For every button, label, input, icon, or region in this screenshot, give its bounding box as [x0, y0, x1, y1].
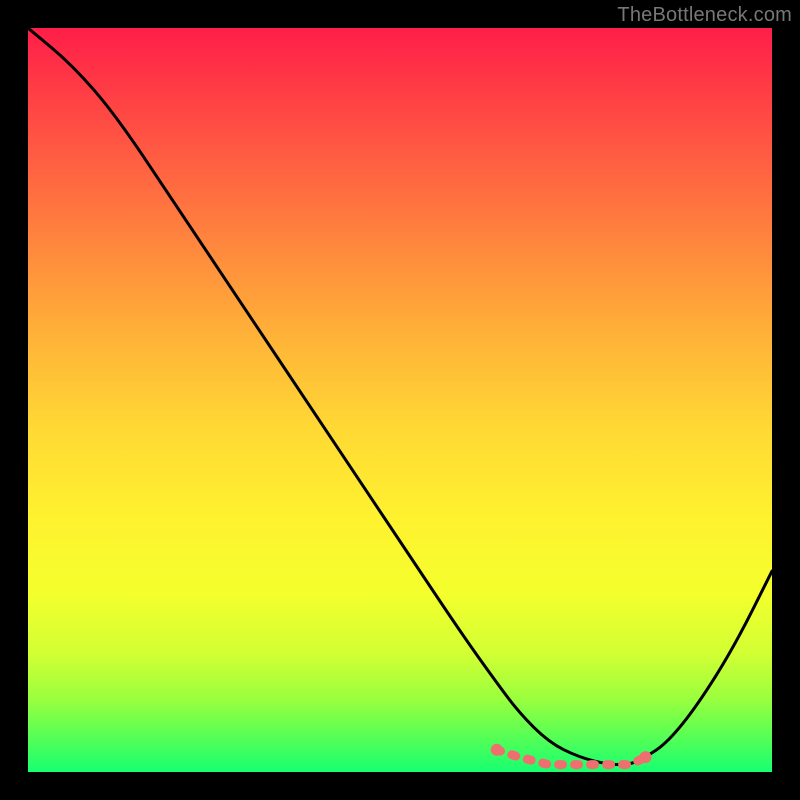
- optimal-band-endpoint-0: [491, 744, 503, 756]
- plot-svg: [28, 28, 772, 772]
- outer-frame: TheBottleneck.com: [0, 0, 800, 800]
- watermark-text: TheBottleneck.com: [617, 4, 792, 27]
- optimal-band-endpoint-1: [640, 751, 652, 763]
- bottleneck-curve-path: [28, 28, 772, 765]
- plot-area: [28, 28, 772, 772]
